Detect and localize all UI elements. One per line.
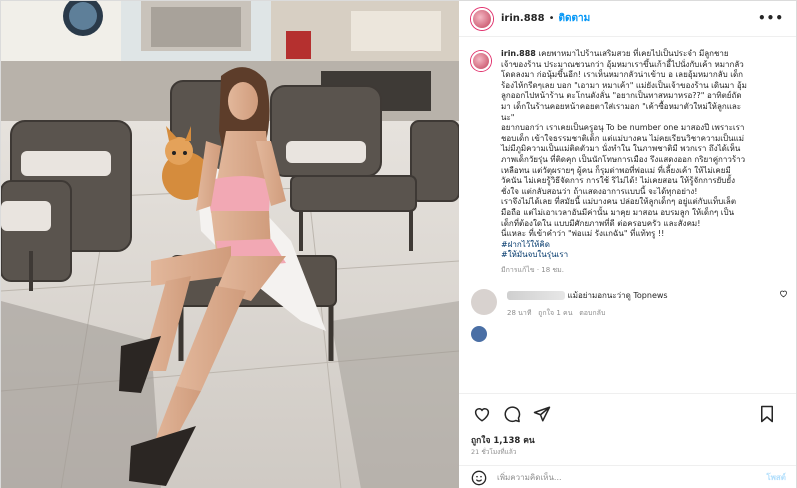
post-date: 21 ชั่วโมงที่แล้ว: [471, 448, 517, 456]
more-options-icon[interactable]: •••: [758, 11, 784, 25]
separator-dot: •: [548, 13, 555, 24]
next-comment: [471, 326, 784, 343]
follow-button[interactable]: ติดตาม: [559, 11, 591, 26]
comment-like-icon[interactable]: [779, 289, 788, 300]
caption-username[interactable]: irin.888: [501, 49, 536, 58]
post-image: [1, 1, 459, 488]
blurred-username: [507, 291, 565, 301]
caption-line: เจ้าของร้าน ประมาณชวนกว่า อุ้มหมาเราขึ้น…: [501, 59, 744, 69]
caption-line: อยากบอกว่า เราเคยเป็นครูอนุ To be number…: [501, 123, 745, 133]
comments-scroll-area[interactable]: irin.888 เคยพาหมาไปร้านเสริมสวย ที่เคยไป…: [459, 37, 796, 387]
caption-line: ภาพเด็กวัยรุ่น ที่ติดคุก เป็นนักโทษการเม…: [501, 154, 746, 164]
post-photo[interactable]: [1, 1, 459, 488]
caption-line: ไม่มีภูมิความเป็นแม่ติดตัวมา นั่งทำใน ใน…: [501, 144, 741, 154]
comment-body: แม้อย่ามอกนะว่าดู Topnews 28 นาที ถูกใจ …: [507, 289, 757, 319]
comment-avatar[interactable]: [471, 326, 487, 343]
post-comment-button[interactable]: โพสต์: [766, 471, 786, 484]
comment: แม้อย่ามอกนะว่าดู Topnews 28 นาที ถูกใจ …: [471, 289, 787, 319]
likes-count[interactable]: ถูกใจ 1,138 คน: [471, 433, 535, 447]
caption-line: เคยพาหมาไปร้านเสริมสวย ที่เคยไปเป็นประจำ…: [538, 49, 729, 58]
header-username[interactable]: irin.888: [501, 13, 545, 24]
caption-line: ลูกออกไปหน้าร้าน ตะโกนดังลั่น "อยากเป็นท…: [501, 91, 742, 101]
hashtag-link[interactable]: #ให้มันจบในรุ่นเรา: [501, 250, 784, 261]
caption-line: ร้องไห้กรีดๆเลย บอก "เอามา หมาเค้า" แม่ย…: [501, 80, 747, 90]
post-header: irin.888 • ติดตาม •••: [459, 1, 796, 37]
comment-meta: 28 นาที ถูกใจ 1 คน ตอบกลับ: [507, 308, 757, 319]
caption-line: มือถือ แต่ไม่เอาเวลาอันมีค่านั้น มาคุย ม…: [501, 207, 735, 217]
comment-time: 28 นาที: [507, 309, 532, 318]
caption: irin.888 เคยพาหมาไปร้านเสริมสวย ที่เคยไป…: [471, 49, 784, 275]
caption-line: มา เด็กในร้านคอยหน้าคอยตาใส่เรามอก "เค้า…: [501, 101, 742, 111]
bookmark-icon[interactable]: [756, 403, 778, 425]
caption-line: เหลือทน แต่วัตุผรายๆ ผู้คน ก็รุมด่าพอที่…: [501, 165, 731, 175]
share-icon[interactable]: [531, 403, 553, 425]
caption-meta: มีการแก้ไข · 18 ชม.: [501, 265, 564, 274]
caption-line: นี่แหละ ที่เข้าคำว่า "พ่อแม่ รังแกฉัน" ท…: [501, 229, 665, 239]
caption-line: นะ": [501, 112, 515, 122]
hashtag-link[interactable]: #ฝากไว้ให้คิด: [501, 240, 784, 251]
comment-likes[interactable]: ถูกใจ 1 คน: [538, 309, 572, 317]
caption-line: โดดลงมา ก่อนุ้มขึ้นอีก! เราเห็นหมากลัวน่…: [501, 70, 744, 80]
comment-icon[interactable]: [501, 403, 523, 425]
caption-line: เด็กที่ต้องใดใน แบบมีศักยภาพที่ดี ต่อครอ…: [501, 218, 701, 228]
reply-button[interactable]: ตอบกลับ: [579, 309, 605, 317]
caption-avatar[interactable]: [471, 51, 491, 71]
caption-line: ชั่งใจ แต่กลับสอนว่า ถ้าแสดงอาการแบบนี้ …: [501, 186, 698, 196]
post-side-panel: irin.888 • ติดตาม ••• irin.888 เคยพาหมาไ…: [459, 1, 796, 488]
add-comment-bar: เพิ่มความคิดเห็น... โพสต์: [459, 465, 796, 488]
emoji-icon[interactable]: [471, 470, 487, 486]
heart-icon[interactable]: [471, 403, 493, 425]
comment-avatar[interactable]: [471, 289, 497, 316]
comment-text: แม้อย่ามอกนะว่าดู Topnews: [567, 291, 668, 301]
caption-body: irin.888 เคยพาหมาไปร้านเสริมสวย ที่เคยไป…: [501, 49, 784, 275]
avatar[interactable]: [471, 7, 493, 30]
caption-line: วัคนัน ไม่เคยรู้วิธีจัดการ การใช้ ริไม่ไ…: [501, 176, 735, 186]
instagram-post: irin.888 • ติดตาม ••• irin.888 เคยพาหมาไ…: [0, 0, 797, 488]
comment-input[interactable]: เพิ่มความคิดเห็น...: [497, 471, 562, 484]
action-bar: [459, 393, 796, 433]
caption-line: เราจึงไม่ได้เลย ที่สมัยนี้ แม่บางคน ปล่อ…: [501, 197, 737, 207]
caption-line: ชอบเด็ก เข้าใจธรรมชาติเด็ก แต่แม่บางคน ไ…: [501, 133, 744, 143]
